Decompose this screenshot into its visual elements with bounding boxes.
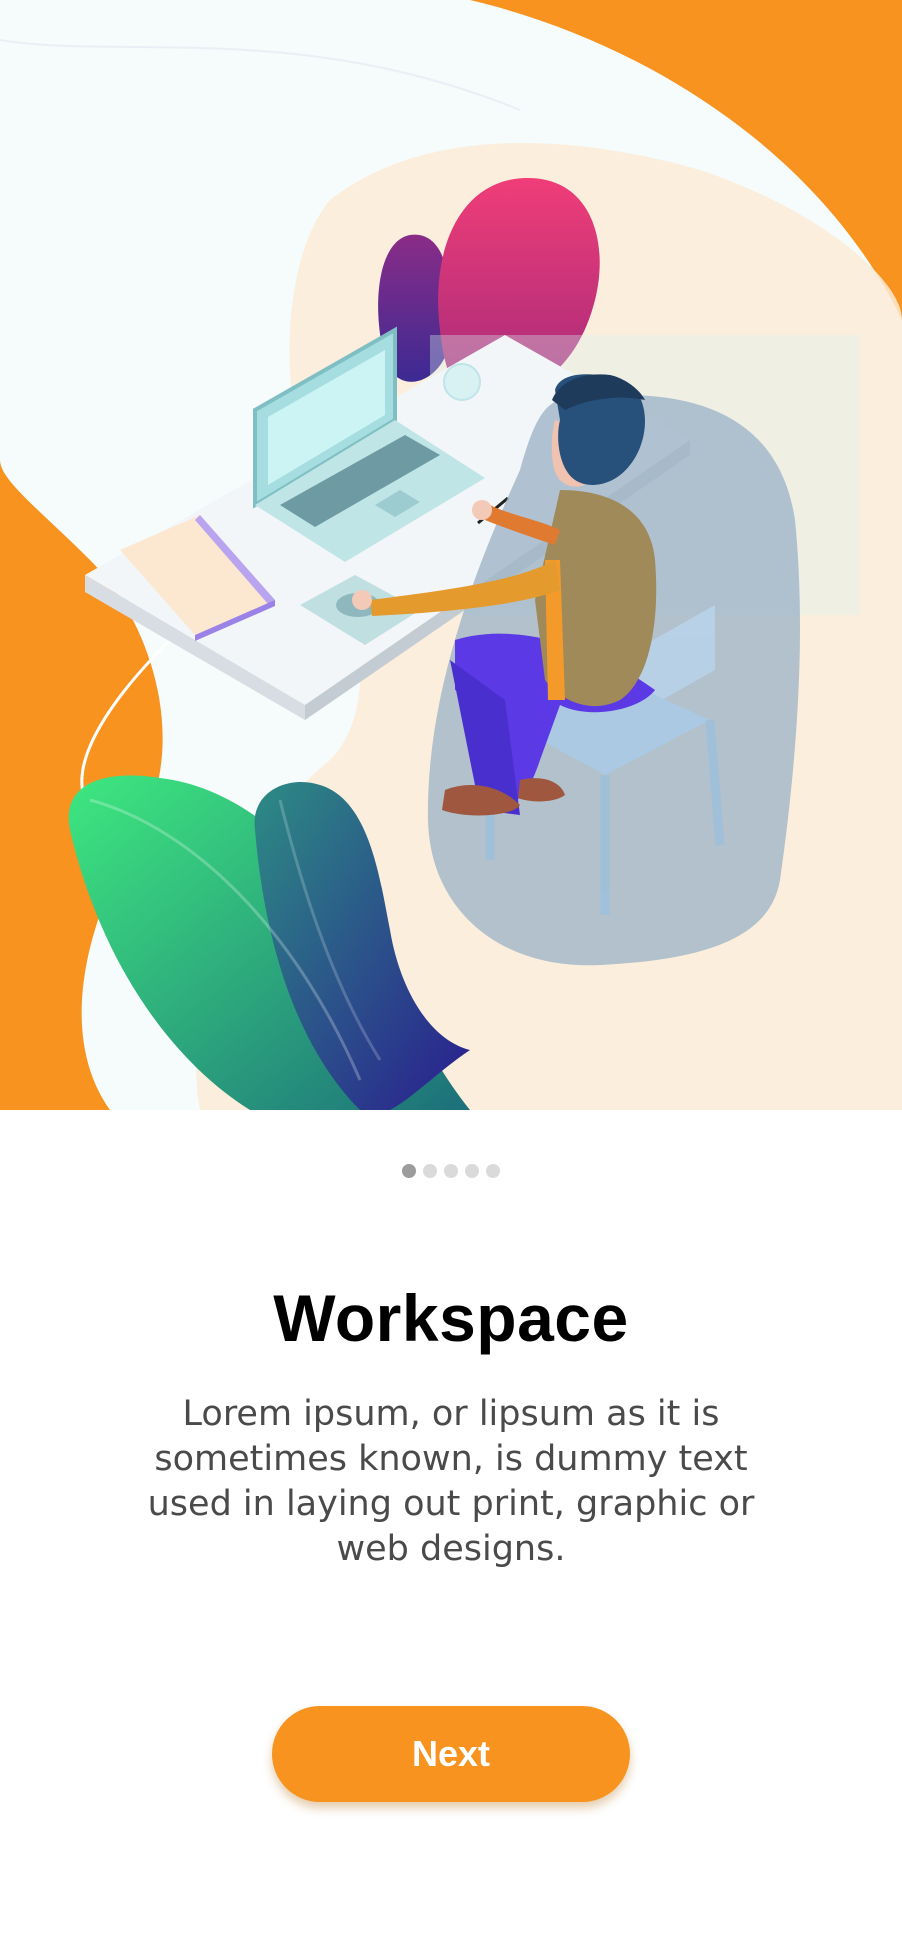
page-description: Lorem ipsum, or lipsum as it is sometime…	[147, 1394, 755, 1569]
onboarding-screen: Workspace Lorem ipsum, or lipsum as it i…	[0, 0, 902, 1953]
page-dot-5[interactable]	[486, 1164, 500, 1178]
page-dot-2[interactable]	[423, 1164, 437, 1178]
page-dot-4[interactable]	[465, 1164, 479, 1178]
hero-illustration	[0, 0, 902, 1110]
page-dot-3[interactable]	[444, 1164, 458, 1178]
page-title: Workspace	[273, 1281, 629, 1355]
page-indicator	[0, 1164, 902, 1178]
next-button[interactable]: Next	[272, 1706, 630, 1802]
page-dot-1[interactable]	[402, 1164, 416, 1178]
